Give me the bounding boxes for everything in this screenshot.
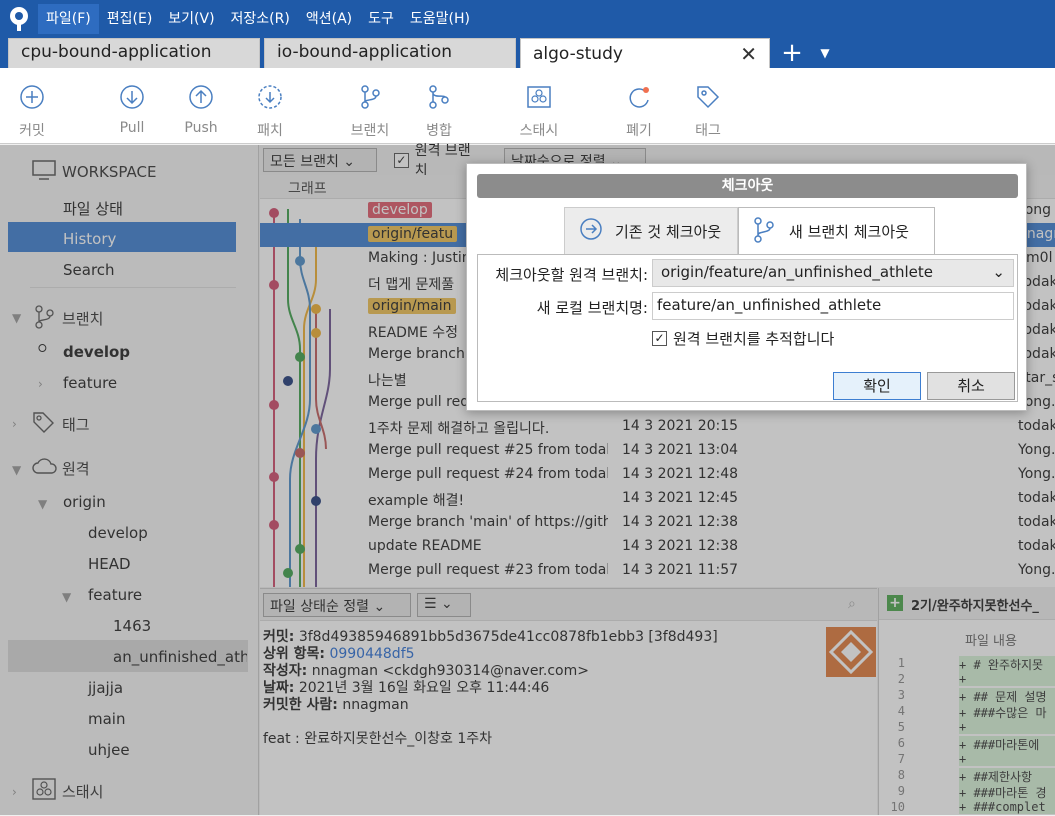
tab-existing-label: 기존 것 체크아웃: [615, 222, 722, 241]
repo-tab-bar: cpu-bound-application io-bound-applicati…: [0, 38, 1055, 68]
menu-bar: 파일(F) 편집(E) 보기(V) 저장소(R) 액션(A) 도구 도움말(H): [0, 0, 1055, 38]
track-remote-label: 원격 브랜치를 추적합니다: [673, 330, 835, 348]
checkout-dialog: 체크아웃 기존 것 체크아웃 새 브랜치 체크아웃 체크아웃할 원격 브랜치: …: [466, 163, 1027, 411]
chevron-down-icon[interactable]: ▼: [810, 38, 840, 68]
tab-algo-study[interactable]: algo-study ✕: [520, 38, 770, 68]
sourcetree-logo-icon: [0, 0, 38, 38]
merge-label: 병합: [426, 123, 452, 139]
arrow-right-circle-icon: [579, 217, 603, 245]
arrow-down-circle-icon: [100, 80, 164, 114]
pull-button[interactable]: Pull: [100, 80, 164, 136]
menu-repository[interactable]: 저장소(R): [223, 4, 298, 34]
branch-button[interactable]: 브랜치: [338, 80, 402, 140]
discard-label: 폐기: [626, 123, 652, 139]
arrow-up-circle-icon: [169, 80, 233, 114]
remote-branch-label: 체크아웃할 원격 브랜치:: [495, 266, 648, 284]
cancel-button[interactable]: 취소: [927, 372, 1015, 400]
patch-icon: [238, 80, 302, 114]
menu-actions[interactable]: 액션(A): [298, 4, 360, 34]
patch-button[interactable]: 패치: [238, 80, 302, 140]
branch-icon: [753, 216, 775, 247]
commit-label: 커밋: [19, 123, 45, 139]
tab-new-label: 새 브랜치 체크아웃: [789, 223, 909, 241]
menu-edit[interactable]: 편집(E): [99, 4, 161, 34]
tab-label: algo-study: [533, 43, 623, 64]
tag-button[interactable]: 태그: [676, 80, 740, 140]
remote-branch-value: origin/feature/an_unfinished_athlete: [661, 263, 933, 281]
track-remote-checkbox[interactable]: ✓ 원격 브랜치를 추적합니다: [652, 328, 834, 349]
patch-label: 패치: [257, 123, 283, 139]
local-branch-label: 새 로컬 브랜치명:: [536, 299, 648, 317]
add-tab-icon[interactable]: +: [774, 38, 810, 68]
toolbar: 커밋 Pull Push 패치 브랜치 병합 스태시 폐기 태그: [0, 68, 1055, 144]
push-button[interactable]: Push: [169, 80, 233, 136]
discard-icon: [607, 80, 671, 114]
branch-icon: [338, 80, 402, 114]
ok-button[interactable]: 확인: [833, 372, 921, 400]
discard-button[interactable]: 폐기: [607, 80, 671, 140]
local-branch-input[interactable]: feature/an_unfinished_athlete: [652, 292, 1014, 320]
tag-icon: [676, 80, 740, 114]
stash-button[interactable]: 스태시: [507, 80, 571, 140]
stash-icon: [507, 80, 571, 114]
tab-cpu-bound[interactable]: cpu-bound-application: [8, 38, 260, 68]
menu-view[interactable]: 보기(V): [160, 4, 222, 34]
tag-label: 태그: [695, 123, 721, 139]
chevron-down-icon: ⌄: [992, 263, 1005, 281]
branch-label: 브랜치: [350, 123, 390, 139]
push-label: Push: [184, 120, 218, 136]
plus-circle-icon: [0, 80, 64, 114]
menu-help[interactable]: 도움말(H): [402, 4, 478, 34]
dialog-body: 체크아웃할 원격 브랜치: origin/feature/an_unfinish…: [477, 254, 1018, 402]
tab-io-bound[interactable]: io-bound-application: [264, 38, 516, 68]
remote-branch-select[interactable]: origin/feature/an_unfinished_athlete ⌄: [652, 259, 1014, 287]
merge-button[interactable]: 병합: [407, 80, 471, 140]
merge-icon: [407, 80, 471, 114]
menu-tools[interactable]: 도구: [360, 4, 402, 34]
stash-label: 스태시: [519, 123, 559, 139]
commit-button[interactable]: 커밋: [0, 80, 64, 140]
tab-checkout-new-branch[interactable]: 새 브랜치 체크아웃: [738, 207, 935, 255]
close-icon[interactable]: ✕: [740, 42, 757, 66]
dialog-title: 체크아웃: [477, 174, 1018, 198]
tab-checkout-existing[interactable]: 기존 것 체크아웃: [564, 207, 738, 255]
checkbox-icon: ✓: [652, 331, 667, 346]
pull-label: Pull: [119, 120, 145, 136]
menu-file[interactable]: 파일(F): [38, 4, 99, 34]
